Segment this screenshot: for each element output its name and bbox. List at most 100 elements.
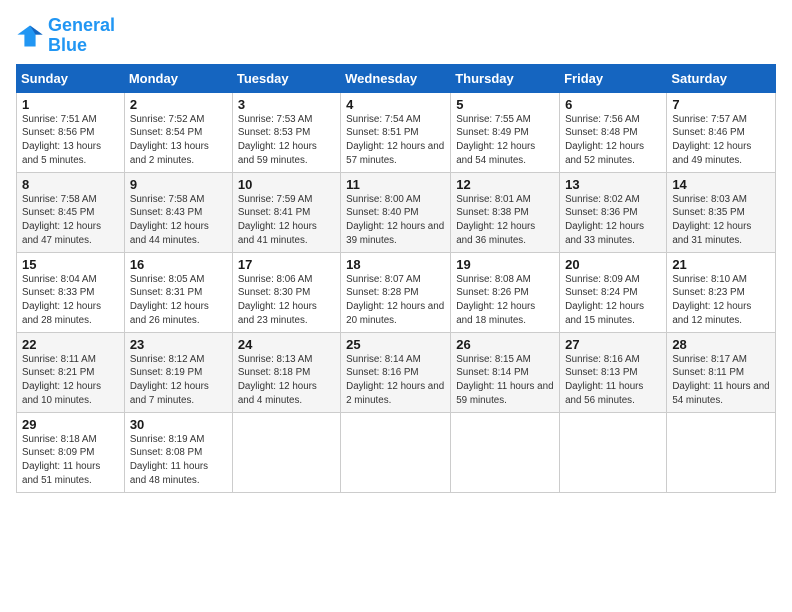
day-number: 29 <box>22 417 119 432</box>
day-number: 12 <box>456 177 554 192</box>
calendar-cell: 25Sunrise: 8:14 AMSunset: 8:16 PMDayligh… <box>341 332 451 412</box>
calendar-cell: 16Sunrise: 8:05 AMSunset: 8:31 PMDayligh… <box>124 252 232 332</box>
day-number: 17 <box>238 257 335 272</box>
day-header-thursday: Thursday <box>451 64 560 92</box>
day-info: Sunrise: 8:05 AMSunset: 8:31 PMDaylight:… <box>130 273 227 328</box>
calendar-cell: 19Sunrise: 8:08 AMSunset: 8:26 PMDayligh… <box>451 252 560 332</box>
day-number: 11 <box>346 177 445 192</box>
day-info: Sunrise: 8:04 AMSunset: 8:33 PMDaylight:… <box>22 273 119 328</box>
day-number: 26 <box>456 337 554 352</box>
calendar-week-3: 15Sunrise: 8:04 AMSunset: 8:33 PMDayligh… <box>17 252 776 332</box>
day-info: Sunrise: 7:55 AMSunset: 8:49 PMDaylight:… <box>456 113 554 168</box>
calendar-week-1: 1Sunrise: 7:51 AMSunset: 8:56 PMDaylight… <box>17 92 776 172</box>
day-number: 20 <box>565 257 661 272</box>
day-info: Sunrise: 8:12 AMSunset: 8:19 PMDaylight:… <box>130 353 227 408</box>
calendar-cell: 24Sunrise: 8:13 AMSunset: 8:18 PMDayligh… <box>232 332 340 412</box>
calendar-cell: 18Sunrise: 8:07 AMSunset: 8:28 PMDayligh… <box>341 252 451 332</box>
calendar-cell: 26Sunrise: 8:15 AMSunset: 8:14 PMDayligh… <box>451 332 560 412</box>
day-info: Sunrise: 8:09 AMSunset: 8:24 PMDaylight:… <box>565 273 661 328</box>
day-number: 5 <box>456 97 554 112</box>
day-header-tuesday: Tuesday <box>232 64 340 92</box>
day-number: 15 <box>22 257 119 272</box>
day-info: Sunrise: 7:57 AMSunset: 8:46 PMDaylight:… <box>672 113 770 168</box>
calendar-cell <box>451 412 560 492</box>
day-info: Sunrise: 7:52 AMSunset: 8:54 PMDaylight:… <box>130 113 227 168</box>
calendar-header-row: SundayMondayTuesdayWednesdayThursdayFrid… <box>17 64 776 92</box>
day-number: 2 <box>130 97 227 112</box>
day-header-sunday: Sunday <box>17 64 125 92</box>
day-info: Sunrise: 8:08 AMSunset: 8:26 PMDaylight:… <box>456 273 554 328</box>
calendar-cell: 4Sunrise: 7:54 AMSunset: 8:51 PMDaylight… <box>341 92 451 172</box>
logo-icon <box>16 22 44 50</box>
day-number: 23 <box>130 337 227 352</box>
day-info: Sunrise: 7:53 AMSunset: 8:53 PMDaylight:… <box>238 113 335 168</box>
day-number: 16 <box>130 257 227 272</box>
calendar-week-4: 22Sunrise: 8:11 AMSunset: 8:21 PMDayligh… <box>17 332 776 412</box>
calendar-cell: 11Sunrise: 8:00 AMSunset: 8:40 PMDayligh… <box>341 172 451 252</box>
calendar-cell: 14Sunrise: 8:03 AMSunset: 8:35 PMDayligh… <box>667 172 776 252</box>
day-number: 13 <box>565 177 661 192</box>
day-info: Sunrise: 8:19 AMSunset: 8:08 PMDaylight:… <box>130 433 227 488</box>
calendar-table: SundayMondayTuesdayWednesdayThursdayFrid… <box>16 64 776 493</box>
day-number: 24 <box>238 337 335 352</box>
day-number: 7 <box>672 97 770 112</box>
calendar-cell: 30Sunrise: 8:19 AMSunset: 8:08 PMDayligh… <box>124 412 232 492</box>
day-info: Sunrise: 7:58 AMSunset: 8:43 PMDaylight:… <box>130 193 227 248</box>
calendar-cell: 5Sunrise: 7:55 AMSunset: 8:49 PMDaylight… <box>451 92 560 172</box>
calendar-cell <box>232 412 340 492</box>
header: General Blue <box>16 16 776 56</box>
day-info: Sunrise: 8:01 AMSunset: 8:38 PMDaylight:… <box>456 193 554 248</box>
day-info: Sunrise: 8:07 AMSunset: 8:28 PMDaylight:… <box>346 273 445 328</box>
calendar-cell: 7Sunrise: 7:57 AMSunset: 8:46 PMDaylight… <box>667 92 776 172</box>
calendar-cell <box>560 412 667 492</box>
day-info: Sunrise: 7:59 AMSunset: 8:41 PMDaylight:… <box>238 193 335 248</box>
calendar-cell: 15Sunrise: 8:04 AMSunset: 8:33 PMDayligh… <box>17 252 125 332</box>
day-info: Sunrise: 8:02 AMSunset: 8:36 PMDaylight:… <box>565 193 661 248</box>
calendar-cell: 21Sunrise: 8:10 AMSunset: 8:23 PMDayligh… <box>667 252 776 332</box>
day-info: Sunrise: 8:16 AMSunset: 8:13 PMDaylight:… <box>565 353 661 408</box>
day-number: 19 <box>456 257 554 272</box>
day-header-monday: Monday <box>124 64 232 92</box>
calendar-body: 1Sunrise: 7:51 AMSunset: 8:56 PMDaylight… <box>17 92 776 492</box>
calendar-cell <box>667 412 776 492</box>
day-info: Sunrise: 8:15 AMSunset: 8:14 PMDaylight:… <box>456 353 554 408</box>
day-number: 8 <box>22 177 119 192</box>
calendar-cell <box>341 412 451 492</box>
day-info: Sunrise: 7:58 AMSunset: 8:45 PMDaylight:… <box>22 193 119 248</box>
calendar-cell: 12Sunrise: 8:01 AMSunset: 8:38 PMDayligh… <box>451 172 560 252</box>
calendar-week-5: 29Sunrise: 8:18 AMSunset: 8:09 PMDayligh… <box>17 412 776 492</box>
day-number: 22 <box>22 337 119 352</box>
day-number: 9 <box>130 177 227 192</box>
day-number: 6 <box>565 97 661 112</box>
day-header-wednesday: Wednesday <box>341 64 451 92</box>
day-info: Sunrise: 8:18 AMSunset: 8:09 PMDaylight:… <box>22 433 119 488</box>
day-number: 21 <box>672 257 770 272</box>
calendar-week-2: 8Sunrise: 7:58 AMSunset: 8:45 PMDaylight… <box>17 172 776 252</box>
day-info: Sunrise: 7:51 AMSunset: 8:56 PMDaylight:… <box>22 113 119 168</box>
day-info: Sunrise: 8:06 AMSunset: 8:30 PMDaylight:… <box>238 273 335 328</box>
calendar-cell: 1Sunrise: 7:51 AMSunset: 8:56 PMDaylight… <box>17 92 125 172</box>
calendar-cell: 10Sunrise: 7:59 AMSunset: 8:41 PMDayligh… <box>232 172 340 252</box>
day-number: 27 <box>565 337 661 352</box>
day-info: Sunrise: 7:56 AMSunset: 8:48 PMDaylight:… <box>565 113 661 168</box>
day-header-saturday: Saturday <box>667 64 776 92</box>
day-number: 28 <box>672 337 770 352</box>
day-info: Sunrise: 7:54 AMSunset: 8:51 PMDaylight:… <box>346 113 445 168</box>
day-number: 25 <box>346 337 445 352</box>
day-number: 14 <box>672 177 770 192</box>
day-info: Sunrise: 8:13 AMSunset: 8:18 PMDaylight:… <box>238 353 335 408</box>
calendar-cell: 27Sunrise: 8:16 AMSunset: 8:13 PMDayligh… <box>560 332 667 412</box>
day-number: 18 <box>346 257 445 272</box>
calendar-cell: 2Sunrise: 7:52 AMSunset: 8:54 PMDaylight… <box>124 92 232 172</box>
day-number: 10 <box>238 177 335 192</box>
calendar-cell: 9Sunrise: 7:58 AMSunset: 8:43 PMDaylight… <box>124 172 232 252</box>
calendar-cell: 13Sunrise: 8:02 AMSunset: 8:36 PMDayligh… <box>560 172 667 252</box>
day-info: Sunrise: 8:11 AMSunset: 8:21 PMDaylight:… <box>22 353 119 408</box>
calendar-cell: 6Sunrise: 7:56 AMSunset: 8:48 PMDaylight… <box>560 92 667 172</box>
day-info: Sunrise: 8:17 AMSunset: 8:11 PMDaylight:… <box>672 353 770 408</box>
logo-text: General Blue <box>48 16 115 56</box>
calendar-cell: 20Sunrise: 8:09 AMSunset: 8:24 PMDayligh… <box>560 252 667 332</box>
day-info: Sunrise: 8:03 AMSunset: 8:35 PMDaylight:… <box>672 193 770 248</box>
day-header-friday: Friday <box>560 64 667 92</box>
calendar-cell: 23Sunrise: 8:12 AMSunset: 8:19 PMDayligh… <box>124 332 232 412</box>
